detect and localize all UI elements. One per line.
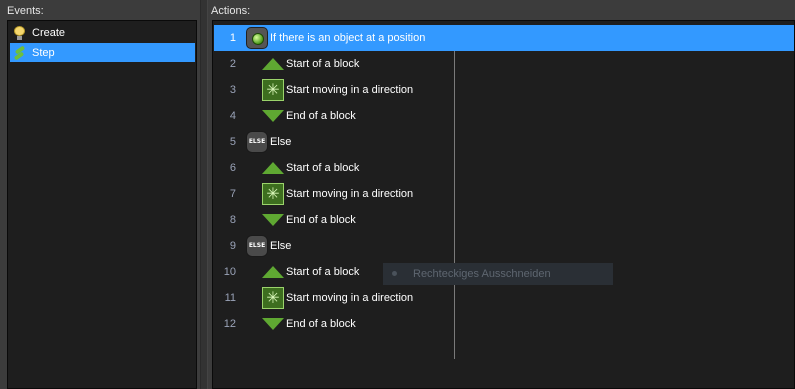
action-text: Start of a block: [286, 162, 360, 174]
steps-icon: [13, 46, 26, 60]
block-start-icon: [262, 53, 284, 75]
block-start-icon: [262, 261, 284, 283]
action-row-6[interactable]: 6 Start of a block: [214, 155, 794, 181]
line-number: 2: [229, 58, 236, 70]
action-text: End of a block: [286, 214, 356, 226]
action-text: Start of a block: [286, 266, 360, 278]
move-direction-icon: [262, 183, 284, 205]
pane-splitter[interactable]: [200, 0, 208, 389]
action-text: Start of a block: [286, 58, 360, 70]
action-text: End of a block: [286, 318, 356, 330]
action-row-1[interactable]: 1 If there is an object at a position: [214, 25, 794, 51]
else-icon: ELSE: [246, 131, 268, 153]
action-row-11[interactable]: 11 Start moving in a direction: [214, 285, 794, 311]
line-number: 6: [229, 162, 236, 174]
event-item-label: Create: [32, 26, 66, 39]
action-row-5[interactable]: 5 ELSE Else: [214, 129, 794, 155]
events-label: Events:: [7, 5, 44, 17]
actions-label: Actions:: [211, 5, 251, 17]
line-number: 8: [229, 214, 236, 226]
line-number: 3: [229, 84, 236, 96]
line-number: 10: [223, 266, 236, 278]
line-number: 5: [229, 136, 236, 148]
action-text: Else: [270, 136, 292, 148]
action-row-4[interactable]: 4 End of a block: [214, 103, 794, 129]
action-row-8[interactable]: 8 End of a block: [214, 207, 794, 233]
action-text: Else: [270, 240, 292, 252]
action-text: Start moving in a direction: [286, 84, 414, 96]
action-row-9[interactable]: 9 ELSE Else: [214, 233, 794, 259]
block-end-icon: [262, 105, 284, 127]
tooltip-text: Rechteckiges Ausschneiden: [413, 268, 551, 280]
action-row-2[interactable]: 2 Start of a block: [214, 51, 794, 77]
event-item-step[interactable]: Step: [10, 43, 195, 62]
if-object-at-position-icon: [246, 27, 268, 49]
action-text: Start moving in a direction: [286, 292, 414, 304]
action-row-12[interactable]: 12 End of a block: [214, 311, 794, 337]
action-text: If there is an object at a position: [270, 32, 426, 44]
line-number: 4: [229, 110, 236, 122]
tooltip-rectangular-cut: Rechteckiges Ausschneiden: [383, 263, 613, 285]
action-text: End of a block: [286, 110, 356, 122]
line-number: 7: [229, 188, 236, 200]
action-row-3[interactable]: 3 Start moving in a direction: [214, 77, 794, 103]
move-direction-icon: [262, 79, 284, 101]
events-list[interactable]: Create Step: [7, 20, 197, 389]
actions-list[interactable]: 1 If there is an object at a position 2 …: [212, 20, 795, 389]
line-number: 1: [229, 32, 236, 44]
event-item-create[interactable]: Create: [10, 23, 195, 42]
else-icon: ELSE: [246, 235, 268, 257]
line-number: 11: [224, 292, 236, 304]
action-row-7[interactable]: 7 Start moving in a direction: [214, 181, 794, 207]
block-end-icon: [262, 313, 284, 335]
block-start-icon: [262, 157, 284, 179]
action-text: Start moving in a direction: [286, 188, 414, 200]
block-end-icon: [262, 209, 284, 231]
line-number: 9: [229, 240, 236, 252]
line-number: 12: [223, 318, 236, 330]
event-item-label: Step: [32, 46, 55, 59]
tooltip-bullet-icon: [392, 271, 397, 276]
lightbulb-icon: [13, 25, 26, 40]
move-direction-icon: [262, 287, 284, 309]
